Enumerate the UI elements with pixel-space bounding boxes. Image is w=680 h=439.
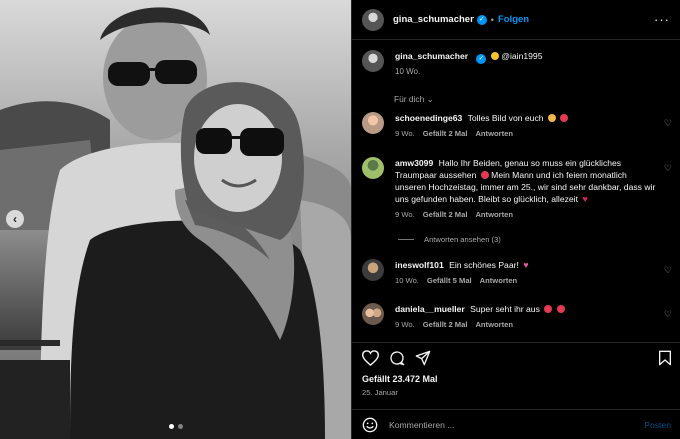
separator-dot: • (490, 14, 494, 25)
post-photo[interactable]: ‹ (0, 0, 351, 439)
caption: gina_schumacher ✓ @iain1995 10 Wo. (362, 50, 672, 76)
more-options-icon[interactable]: ··· (654, 12, 670, 27)
avatar[interactable] (362, 303, 384, 325)
like-heart-icon[interactable]: ♡ (664, 118, 672, 129)
chevron-left-icon: ‹ (13, 212, 17, 226)
action-icons-row (362, 347, 672, 369)
share-icon[interactable] (415, 350, 431, 366)
comment-username[interactable]: amw3099 (395, 158, 433, 168)
view-replies-button[interactable]: Antworten ansehen (3) (398, 235, 501, 244)
divider (398, 239, 414, 240)
verified-badge-icon: ✓ (476, 54, 487, 64)
verified-badge-icon: ✓ (476, 14, 487, 25)
comment-likes[interactable]: Gefällt 2 Mal (423, 320, 468, 329)
view-replies-label: Antworten ansehen (3) (424, 235, 501, 244)
comment-time: 10 Wo. (395, 276, 419, 285)
like-heart-icon[interactable] (362, 350, 379, 366)
carousel-prev-button[interactable]: ‹ (6, 210, 24, 228)
avatar[interactable] (362, 259, 384, 281)
comment-text: Tolles Bild von euch (467, 113, 544, 123)
carousel-indicator (0, 424, 351, 429)
avatar[interactable] (362, 112, 384, 134)
reply-button[interactable]: Antworten (475, 129, 513, 138)
post-header: gina_schumacher ✓ • Folgen ··· (352, 0, 680, 40)
carousel-dot (168, 424, 174, 429)
heart-eyes-emoji (556, 305, 565, 313)
comment-likes[interactable]: Gefällt 5 Mal (427, 276, 472, 285)
comment-item: daniela__mueller Super seht ihr aus 9 Wo… (362, 303, 672, 329)
comment-item: schoenedinge63 Tolles Bild von euch 9 Wo… (362, 112, 672, 138)
avatar[interactable] (362, 157, 384, 179)
like-heart-icon[interactable]: ♡ (664, 309, 672, 320)
carousel-dot (177, 424, 183, 429)
heart-eyes-emoji (560, 114, 569, 122)
reply-button[interactable]: Antworten (480, 276, 518, 285)
comment-username[interactable]: daniela__mueller (395, 304, 465, 314)
comments-list[interactable]: gina_schumacher ✓ @iain1995 10 Wo. Für d… (352, 40, 680, 342)
comment-composer: Posten (352, 409, 680, 439)
comment-username[interactable]: schoenedinge63 (395, 113, 462, 123)
heart-eyes-emoji (544, 305, 553, 313)
two-hearts-emoji: ♥ (523, 260, 529, 270)
likes-count[interactable]: Gefällt 23.472 Mal (362, 374, 438, 384)
sort-dropdown[interactable]: Für dich ⌄ (394, 94, 434, 104)
comment-username[interactable]: ineswolf101 (395, 260, 444, 270)
comment-time: 9 Wo. (395, 320, 415, 329)
caption-mention[interactable]: @iain1995 (501, 51, 542, 61)
caption-time: 10 Wo. (395, 67, 421, 76)
heart-eyes-emoji (480, 171, 489, 179)
post-actions: Gefällt 23.472 Mal 25. Januar Posten (352, 342, 680, 439)
like-heart-icon[interactable]: ♡ (664, 163, 672, 174)
couple-photo-illustration (0, 0, 351, 439)
caption-username[interactable]: gina_schumacher (395, 51, 468, 61)
comment-item: ineswolf101 Ein schönes Paar! ♥ 10 Wo. G… (362, 259, 672, 285)
comment-text: Super seht ihr aus (470, 304, 540, 314)
comment-item: amw3099 Hallo Ihr Beiden, genau so muss … (362, 157, 672, 219)
reply-button[interactable]: Antworten (475, 320, 513, 329)
follow-button[interactable]: Folgen (498, 14, 529, 25)
comment-time: 9 Wo. (395, 129, 415, 138)
like-heart-icon[interactable]: ♡ (664, 265, 672, 276)
post-side-panel: gina_schumacher ✓ • Folgen ··· gina_schu… (351, 0, 680, 439)
header-username[interactable]: gina_schumacher (393, 14, 474, 25)
avatar[interactable] (362, 8, 384, 31)
reply-button[interactable]: Antworten (475, 210, 513, 219)
clap-emoji (547, 114, 556, 122)
comment-likes[interactable]: Gefällt 2 Mal (423, 129, 468, 138)
comment-time: 9 Wo. (395, 210, 415, 219)
emoji-picker-icon[interactable] (362, 417, 378, 433)
avatar[interactable] (362, 50, 384, 72)
chevron-down-icon: ⌄ (426, 94, 434, 104)
bookmark-icon[interactable] (658, 350, 672, 366)
comment-icon[interactable] (389, 350, 405, 366)
comment-input[interactable] (389, 420, 609, 430)
comment-text: Ein schönes Paar! (449, 260, 519, 270)
comment-likes[interactable]: Gefällt 2 Mal (423, 210, 468, 219)
post-comment-button[interactable]: Posten (644, 420, 671, 430)
yellow-heart-emoji (490, 52, 499, 60)
sort-label: Für dich (394, 94, 425, 104)
red-heart-emoji: ♥ (582, 194, 588, 204)
post-date: 25. Januar (362, 388, 398, 397)
